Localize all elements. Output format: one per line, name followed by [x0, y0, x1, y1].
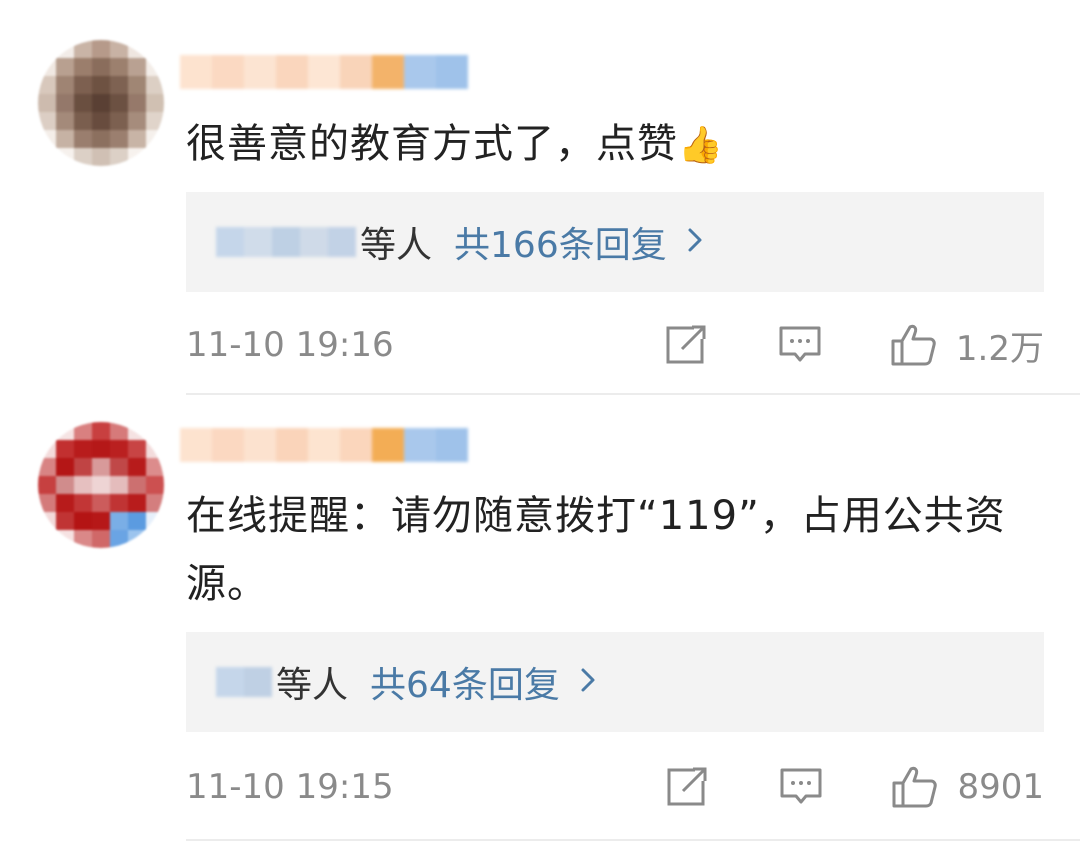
like-count: 1.2万 [955, 328, 1044, 369]
username-blurred[interactable] [180, 428, 468, 462]
reply-count-link[interactable]: 共64条回复 [370, 656, 560, 708]
share-icon [667, 767, 707, 806]
avatar[interactable] [38, 40, 164, 166]
like-button[interactable]: 8901 [891, 765, 1044, 809]
thumbs-up-emoji-icon: 👍 [678, 125, 724, 166]
comment-icon [779, 326, 821, 362]
chevron-right-icon [687, 227, 703, 257]
like-count: 8901 [957, 767, 1044, 807]
like-button[interactable]: 1.2万 [890, 321, 1044, 370]
comment-meta: 11-10 19:15 8901 [186, 757, 1044, 817]
divider [186, 393, 1080, 395]
comment-text: 很善意的教育方式了，点赞👍 [186, 110, 724, 180]
comment-time: 11-10 19:15 [186, 767, 394, 807]
reply-preview[interactable]: 等人 共166条回复 [186, 192, 1044, 292]
chevron-right-icon [580, 667, 596, 697]
like-icon [891, 324, 936, 366]
divider [186, 839, 1080, 841]
comment-time: 11-10 19:16 [186, 325, 394, 365]
reply-preview[interactable]: 等人 共64条回复 [186, 632, 1044, 732]
comment-text-content: 很善意的教育方式了，点赞 [186, 121, 678, 167]
username-blurred[interactable] [180, 55, 468, 89]
share-icon [666, 325, 706, 364]
comment-button[interactable] [779, 767, 823, 807]
avatar[interactable] [38, 422, 164, 548]
comment-meta: 11-10 19:16 1.2万 [186, 315, 1044, 375]
comment-item: 很善意的教育方式了，点赞👍 等人 共166条回复 11-10 19:16 1.2… [0, 0, 1080, 396]
comment-item: 在线提醒：请勿随意拨打“119”，占用公共资源。 等人 共64条回复 11-10… [0, 396, 1080, 842]
comment-icon [780, 768, 822, 804]
reply-count-link[interactable]: 共166条回复 [454, 216, 667, 268]
reply-users-suffix: 等人 [276, 665, 349, 706]
reply-users-blurred [216, 227, 356, 257]
comment-text: 在线提醒：请勿随意拨打“119”，占用公共资源。 [186, 493, 1006, 607]
reply-users-suffix: 等人 [360, 225, 433, 266]
share-button[interactable] [665, 767, 709, 807]
reply-users-blurred [216, 667, 272, 697]
comment-button[interactable] [778, 325, 822, 365]
share-button[interactable] [664, 325, 708, 365]
like-icon [892, 766, 938, 808]
